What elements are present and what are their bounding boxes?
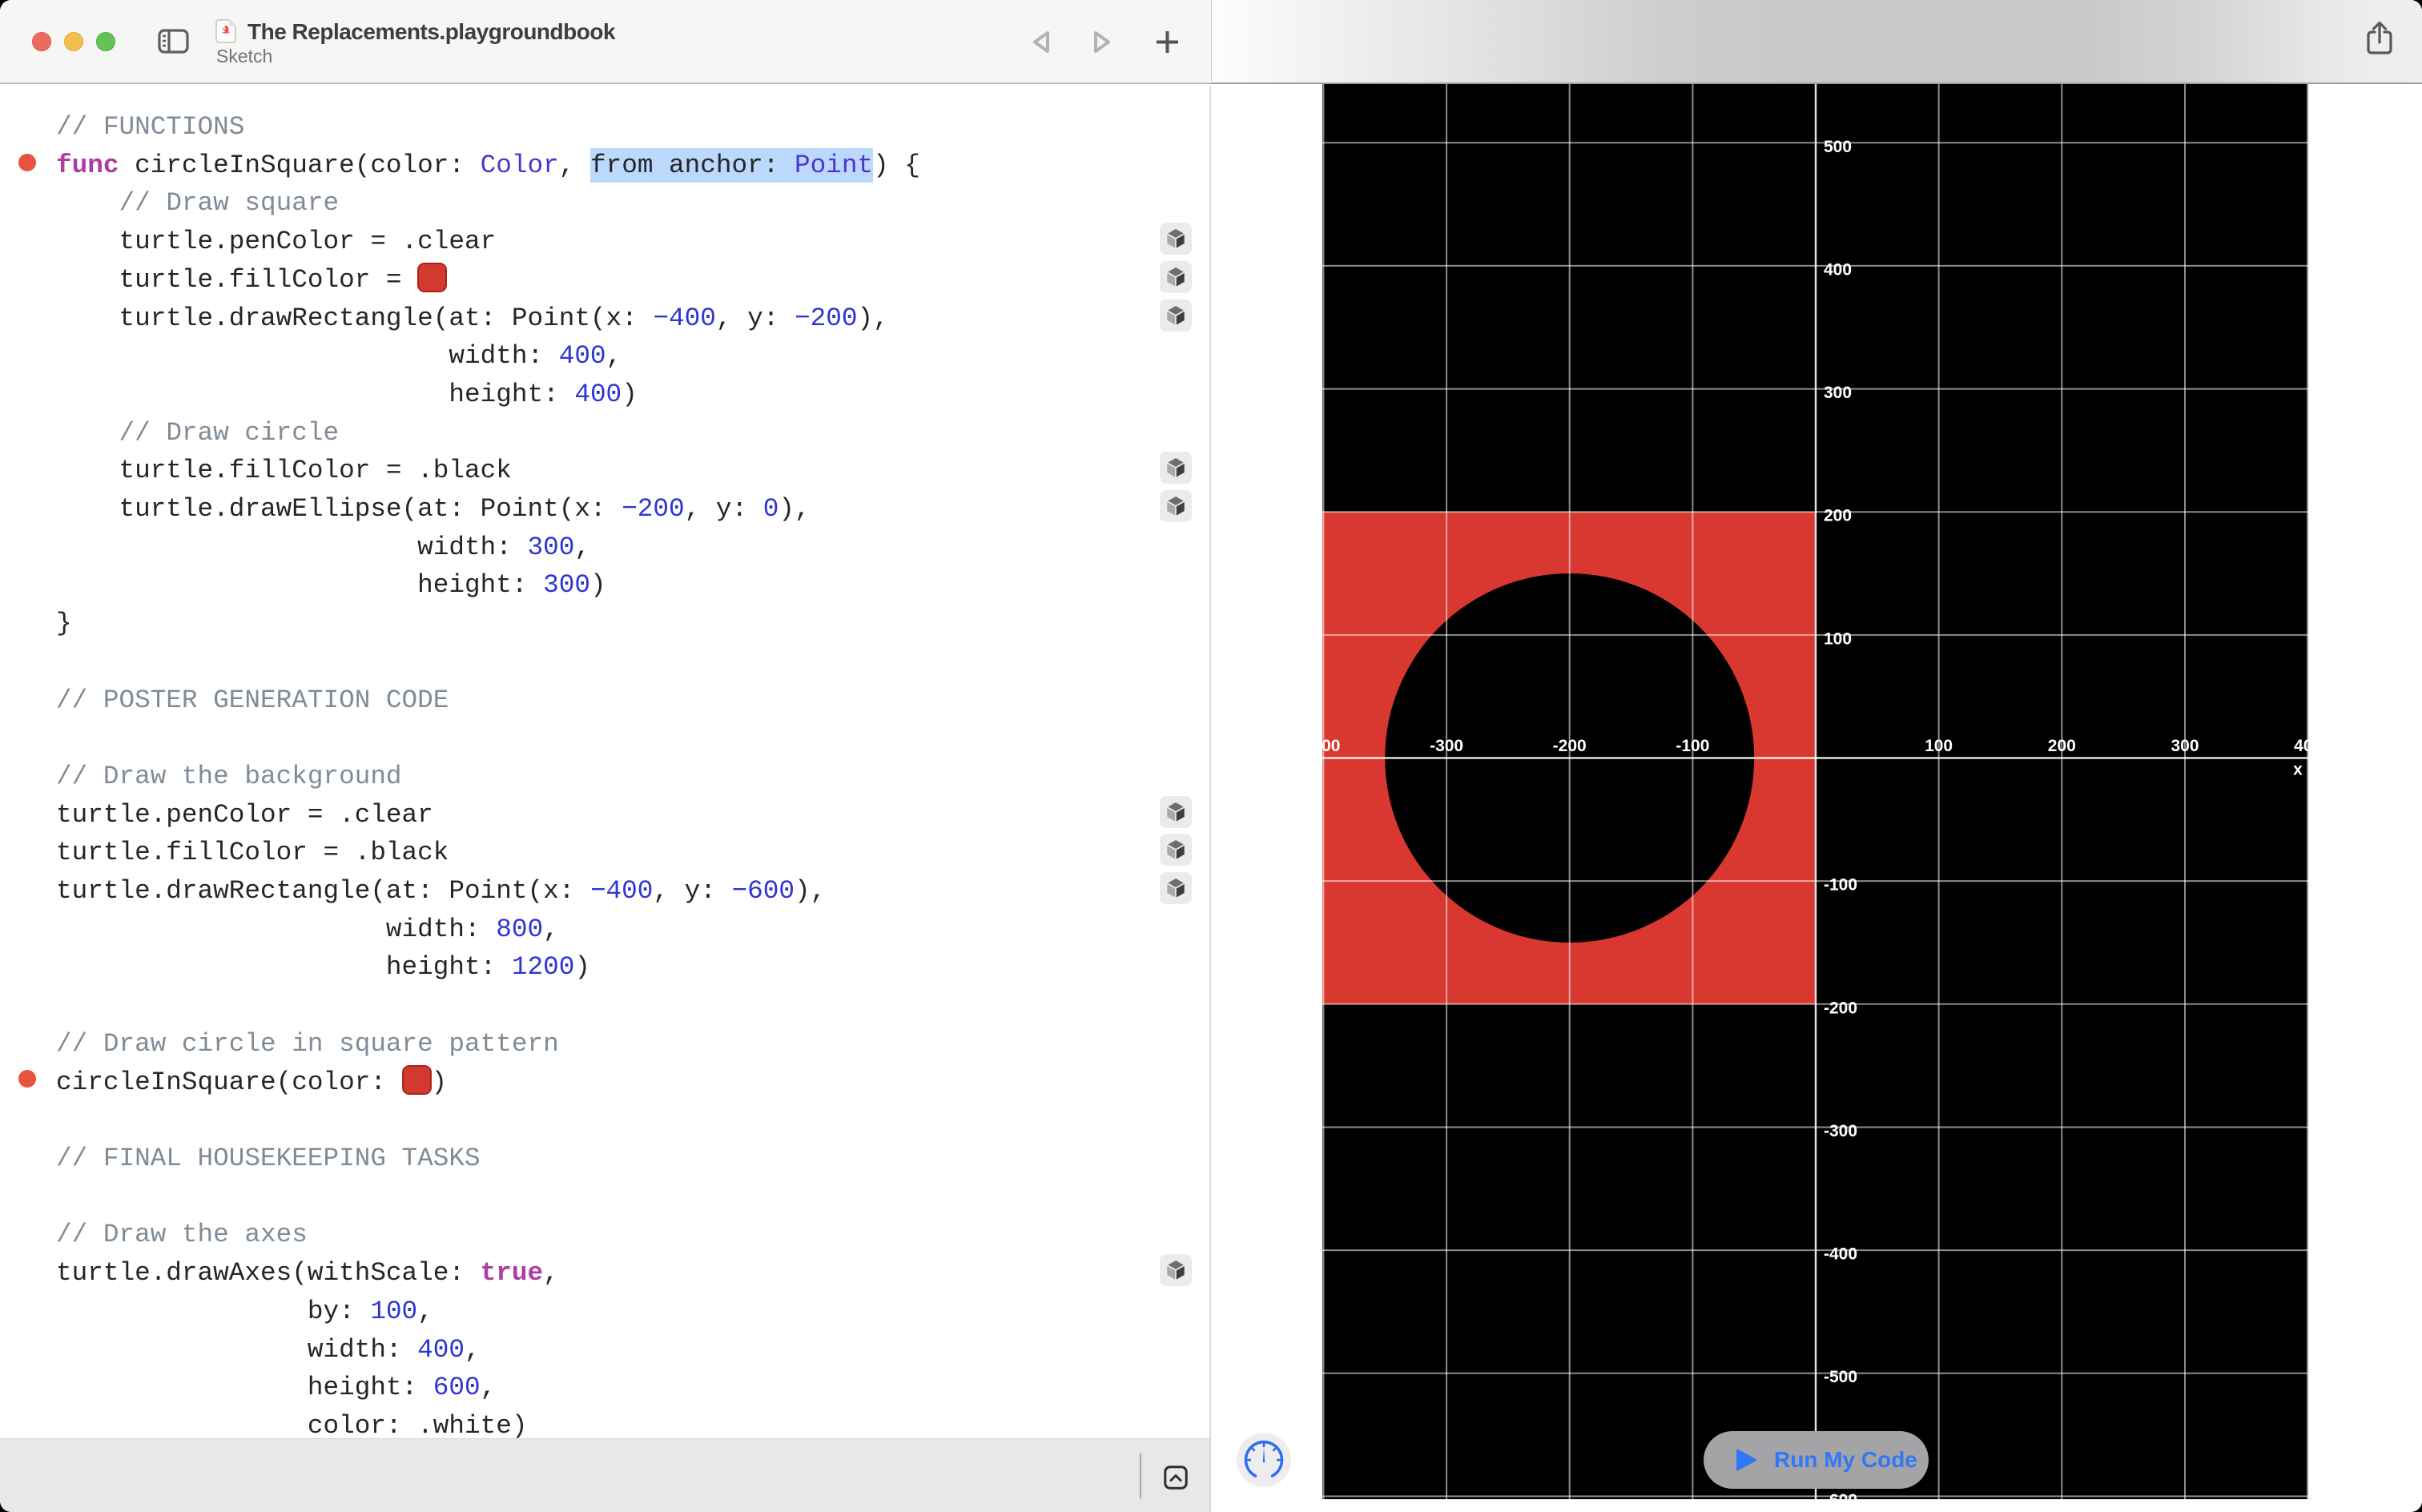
svg-text:300: 300 [1824,384,1852,402]
svg-text:100: 100 [1824,629,1852,648]
svg-text:-300: -300 [1430,737,1463,755]
svg-text:-400: -400 [1322,737,1340,755]
svg-text:400: 400 [2294,737,2308,755]
svg-text:-100: -100 [1824,876,1857,895]
svg-text:-300: -300 [1824,1122,1857,1140]
svg-text:100: 100 [1925,737,1953,755]
svg-text:-400: -400 [1824,1245,1857,1264]
svg-text:200: 200 [1824,507,1852,525]
svg-text:-200: -200 [1824,999,1857,1017]
svg-text:x: x [2293,761,2303,779]
svg-text:500: 500 [1824,138,1852,156]
svg-text:-600: -600 [1824,1491,1857,1499]
svg-text:300: 300 [2171,737,2199,755]
svg-text:-200: -200 [1553,737,1587,755]
svg-text:400: 400 [1824,260,1852,279]
svg-text:-100: -100 [1676,737,1709,755]
svg-text:200: 200 [2048,737,2076,755]
svg-text:-500: -500 [1824,1368,1857,1386]
